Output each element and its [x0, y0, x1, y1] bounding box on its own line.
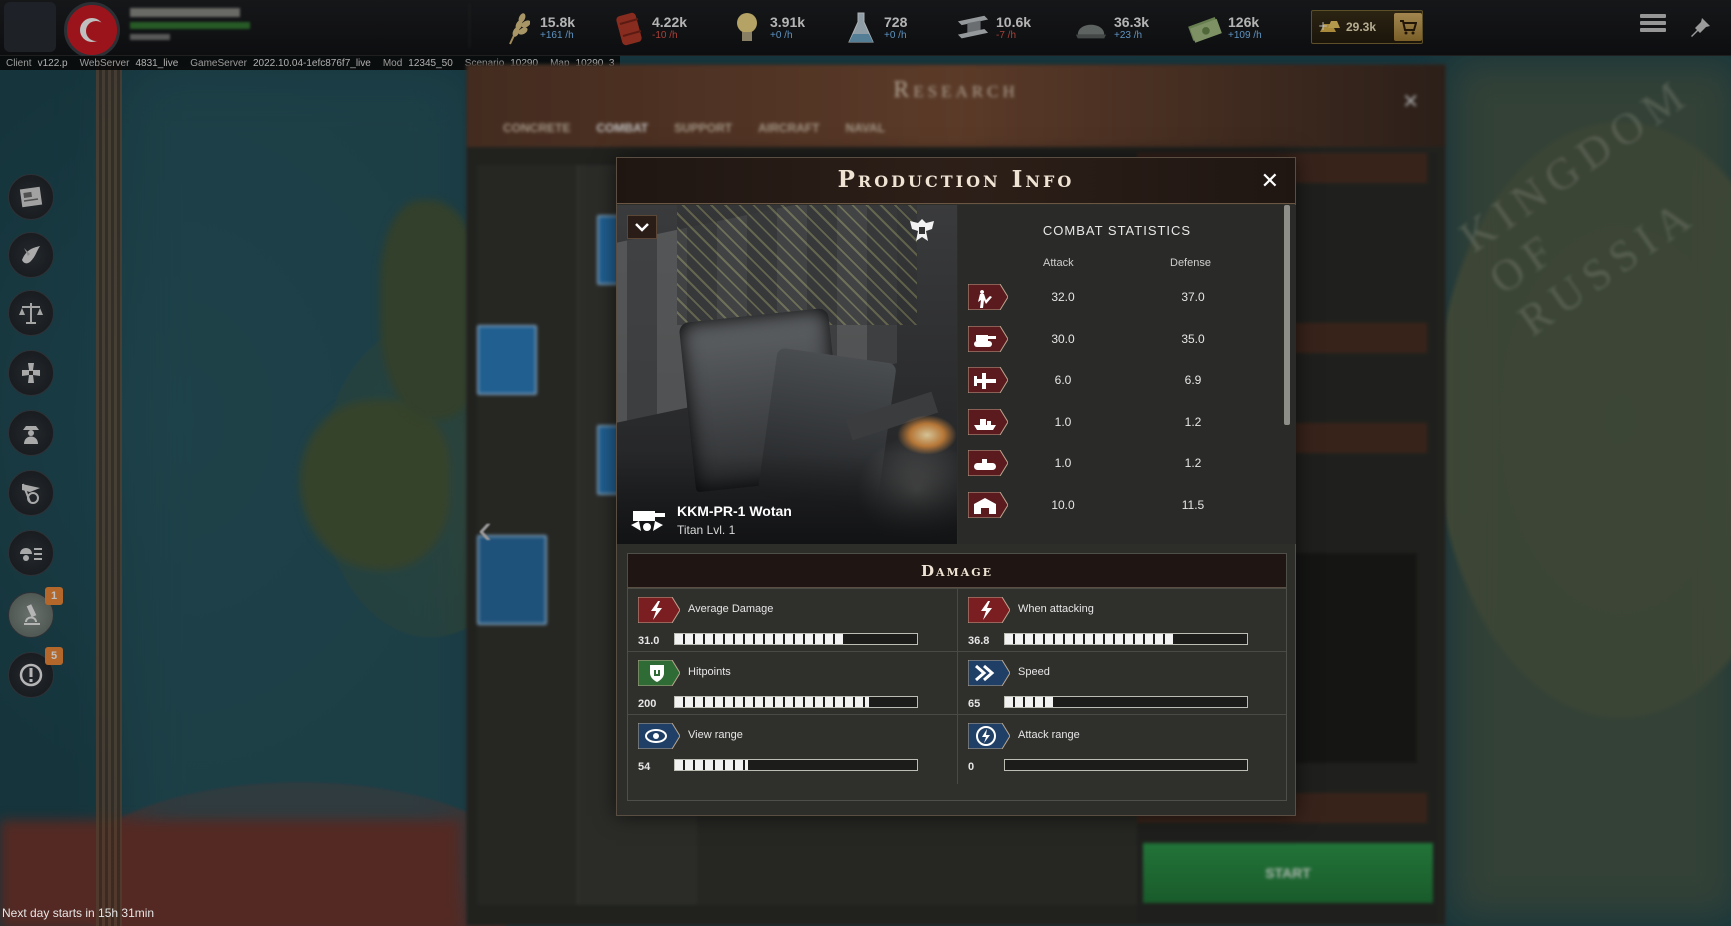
dialog-header: Production Info ✕	[617, 158, 1295, 204]
eye-icon	[638, 723, 680, 749]
attack-value: 1.0	[1054, 456, 1072, 470]
damage-title: Damage	[628, 554, 1286, 588]
combat-stat-row: 6.0 6.9	[958, 364, 1276, 398]
damage-stat-label: When attacking	[1018, 603, 1094, 615]
damage-stat-label: Speed	[1018, 666, 1050, 678]
damage-stat-bar	[674, 633, 918, 645]
lightning-icon	[638, 597, 680, 623]
stats-title: COMBAT STATISTICS	[1042, 223, 1192, 238]
damage-stat-label: Attack range	[1018, 729, 1080, 741]
combat-statistics: COMBAT STATISTICS Attack Defense 32.0 37.…	[958, 205, 1296, 544]
damage-stat-cell: Speed 65	[957, 651, 1286, 721]
damage-stat-bar	[1004, 633, 1248, 645]
damage-stat-label: Average Damage	[688, 603, 774, 615]
stats-scrollbar[interactable]	[1284, 205, 1290, 425]
damage-stat-bar	[1004, 696, 1248, 708]
dialog-title: Production Info	[837, 166, 1075, 193]
unit-level: Titan Lvl. 1	[677, 523, 736, 537]
damage-stat-bar	[1004, 759, 1248, 771]
close-icon[interactable]: ✕	[1261, 168, 1279, 194]
range-icon	[968, 723, 1010, 749]
unit-image: KKM-PR-1 Wotan Titan Lvl. 1	[617, 205, 957, 544]
defense-value: 11.5	[1181, 497, 1205, 512]
defense-value: 6.9	[1184, 373, 1202, 387]
ship-icon	[968, 408, 1008, 435]
damage-stat-label: Hitpoints	[688, 666, 731, 678]
damage-stat-value: 36.8	[968, 635, 990, 647]
damage-stat-value: 54	[638, 761, 651, 773]
damage-section: Damage Average Damage 31.0 When attacking 3…	[627, 553, 1287, 801]
combat-stat-row: 1.0 1.2	[958, 406, 1276, 440]
defense-value: 37.0	[1181, 290, 1205, 304]
damage-stat-label: View range	[688, 729, 743, 741]
next-day-timer: Next day starts in 15h 31min	[2, 906, 155, 920]
eagle-crest-icon	[910, 219, 934, 241]
unit-name: KKM-PR-1 Wotan	[677, 503, 792, 519]
damage-stat-bar	[674, 696, 918, 708]
building-icon	[968, 491, 1008, 518]
defense-value: 1.2	[1184, 456, 1202, 470]
combat-stat-row: 1.0 1.2	[958, 447, 1276, 481]
defense-value: 35.0	[1181, 331, 1205, 346]
damage-stat-bar-fill	[1005, 697, 1054, 707]
tank-icon	[968, 325, 1008, 352]
damage-stat-cell: Average Damage 31.0	[628, 588, 957, 658]
damage-stat-bar-fill	[675, 697, 869, 707]
damage-stat-cell: When attacking 36.8	[957, 588, 1286, 658]
damage-stat-bar	[674, 759, 918, 771]
speed-icon	[968, 660, 1010, 686]
infantry-icon	[968, 284, 1008, 310]
lightning-icon	[968, 597, 1010, 623]
damage-stat-value: 0	[968, 761, 975, 773]
attack-value: 30.0	[1051, 331, 1075, 346]
damage-stat-cell: View range 54	[628, 714, 957, 784]
damage-stat-value: 65	[968, 698, 981, 710]
attack-value: 6.0	[1054, 373, 1072, 387]
submarine-icon	[968, 450, 1008, 476]
damage-stat-cell: Hitpoints 200	[628, 651, 957, 721]
defense-value: 1.2	[1184, 414, 1202, 429]
attack-value: 1.0	[1054, 414, 1072, 429]
damage-stat-value: 31.0	[638, 635, 660, 647]
airplane-icon	[968, 367, 1008, 393]
combat-stat-row: 32.0 37.0	[958, 281, 1276, 315]
combat-stat-row: 30.0 35.0	[958, 323, 1276, 357]
production-info-dialog: Production Info ✕ KKM-PR-1 Wotan Titan L…	[616, 157, 1296, 816]
shield-icon	[638, 660, 680, 686]
damage-stat-bar-fill	[675, 760, 748, 770]
damage-stat-cell: Attack range 0	[957, 714, 1286, 784]
combat-stat-row: 10.0 11.5	[958, 489, 1276, 523]
damage-stat-value: 200	[638, 698, 657, 710]
chevron-down-icon[interactable]	[627, 215, 657, 239]
titan-unit-icon	[631, 511, 665, 531]
attack-value: 32.0	[1051, 290, 1075, 304]
damage-stat-bar-fill	[1005, 634, 1175, 644]
attack-value: 10.0	[1051, 497, 1075, 512]
damage-stat-bar-fill	[675, 634, 845, 644]
attack-column-header: Attack	[1043, 257, 1074, 269]
defense-column-header: Defense	[1170, 257, 1211, 269]
